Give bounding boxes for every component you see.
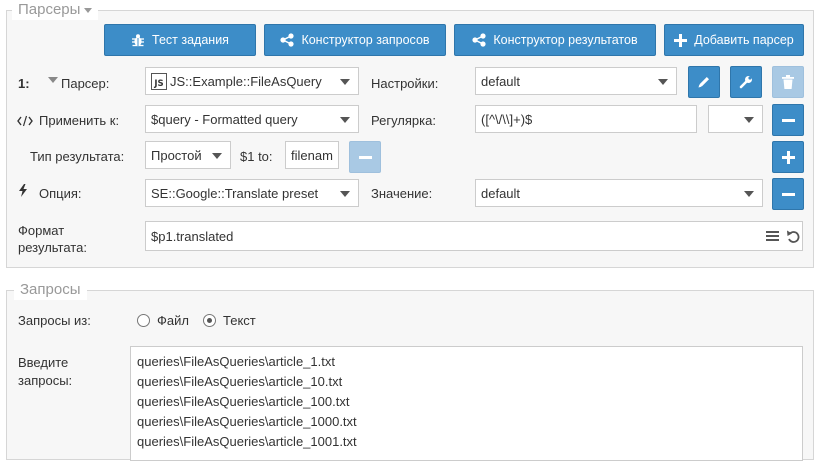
queries-legend-label: Запросы [20, 281, 81, 298]
to-input[interactable]: filenam [285, 141, 339, 169]
trash-icon [782, 75, 794, 89]
query-builder-label: Конструктор запросов [301, 33, 430, 47]
result-format-input[interactable]: $p1.translated [145, 221, 803, 251]
add-parser-button[interactable]: Добавить парсер [664, 24, 804, 56]
code-icon [17, 115, 33, 127]
bolt-icon [19, 184, 27, 197]
regex-flags-select[interactable] [708, 105, 763, 133]
option-select-value: SE::Google::Translate preset [151, 185, 319, 201]
test-task-button[interactable]: Тест задания [104, 24, 256, 56]
query-line: queries\FileAsQueries\article_10.txt [137, 374, 343, 389]
option-value-select[interactable]: default [475, 179, 763, 207]
remove-apply-row-button[interactable] [772, 104, 804, 136]
regex-label: Регулярка: [371, 113, 436, 128]
plus-icon [781, 150, 795, 164]
source-file-label[interactable]: Файл [157, 313, 189, 329]
chevron-down-icon [744, 191, 754, 197]
query-builder-button[interactable]: Конструктор запросов [264, 24, 446, 56]
parsers-legend-label: Парсеры [18, 1, 81, 18]
enter-queries-label-line2: запросы: [18, 373, 73, 388]
result-type-label: Тип результата: [30, 149, 125, 164]
apply-to-label: Применить к: [39, 113, 120, 128]
edit-preset-button[interactable] [688, 66, 720, 98]
result-builder-button[interactable]: Конструктор результатов [454, 24, 656, 56]
list-icon[interactable] [766, 230, 779, 242]
value-label: Значение: [371, 186, 433, 201]
chevron-down-icon [658, 79, 668, 85]
test-task-label: Тест задания [152, 33, 229, 47]
apply-to-select-value: $query - Formatted query [151, 111, 298, 127]
undo-icon[interactable] [786, 229, 800, 243]
source-text-label[interactable]: Текст [223, 313, 256, 329]
chevron-down-icon [340, 79, 350, 85]
share-icon [280, 33, 295, 47]
to-label: $1 to: [240, 149, 273, 164]
result-builder-label: Конструктор результатов [493, 33, 638, 47]
query-line: queries\FileAsQueries\article_1001.txt [137, 434, 357, 449]
result-type-value: Простой [151, 147, 202, 163]
format-label-line1: Формат [18, 223, 65, 238]
result-type-select[interactable]: Простой [145, 141, 231, 169]
format-label-line2: результата: [18, 240, 87, 255]
plus-icon [674, 33, 688, 47]
queries-legend: Запросы [14, 280, 87, 300]
bug-icon [132, 34, 145, 47]
add-parser-label: Добавить парсер [694, 33, 794, 47]
query-line: queries\FileAsQueries\article_100.txt [137, 394, 350, 409]
apply-to-select[interactable]: $query - Formatted query [145, 105, 359, 133]
add-result-button[interactable] [772, 141, 804, 173]
query-line: queries\FileAsQueries\article_1000.txt [137, 414, 357, 429]
parser-label: Парсер: [61, 76, 110, 91]
settings-label: Настройки: [371, 76, 439, 91]
chevron-down-icon [212, 153, 222, 159]
delete-parser-button[interactable] [772, 66, 804, 98]
chevron-down-icon [340, 191, 350, 197]
remove-result-button[interactable] [349, 141, 381, 173]
caret-down-icon [84, 7, 93, 13]
parser-select-value: JS::Example::FileAsQuery [170, 73, 322, 89]
parser-select[interactable]: JS JS::Example::FileAsQuery [145, 67, 359, 95]
regex-input-value: ([^\/\\]+)$ [481, 111, 533, 127]
minus-icon [358, 155, 372, 159]
collapse-caret-icon[interactable] [48, 77, 58, 83]
option-select[interactable]: SE::Google::Translate preset [145, 179, 359, 207]
regex-input[interactable]: ([^\/\\]+)$ [475, 105, 697, 133]
source-text-radio[interactable] [203, 314, 216, 327]
settings-select[interactable]: default [475, 67, 677, 95]
pencil-icon [698, 77, 709, 88]
option-label: Опция: [39, 186, 82, 201]
settings-select-value: default [481, 73, 521, 89]
minus-icon [781, 192, 795, 196]
source-file-radio[interactable] [137, 314, 150, 327]
chevron-down-icon [744, 117, 754, 123]
queries-textarea[interactable]: queries\FileAsQueries\article_1.txt quer… [130, 346, 803, 461]
parser-row-number: 1: [18, 76, 30, 91]
enter-queries-label-line1: Введите [18, 355, 69, 370]
js-file-icon: JS [151, 72, 167, 90]
minus-icon [781, 118, 795, 122]
queries-source-label: Запросы из: [18, 313, 91, 328]
result-format-value: $p1.translated [151, 228, 234, 244]
wrench-icon [739, 76, 752, 89]
share-icon [472, 33, 486, 47]
to-input-value: filenam [291, 147, 333, 163]
preset-settings-button[interactable] [730, 66, 762, 98]
parsers-legend[interactable]: Парсеры [12, 0, 99, 20]
chevron-down-icon [340, 117, 350, 123]
query-line: queries\FileAsQueries\article_1.txt [137, 354, 335, 369]
option-value-select-value: default [481, 185, 521, 201]
remove-option-button[interactable] [772, 178, 804, 210]
